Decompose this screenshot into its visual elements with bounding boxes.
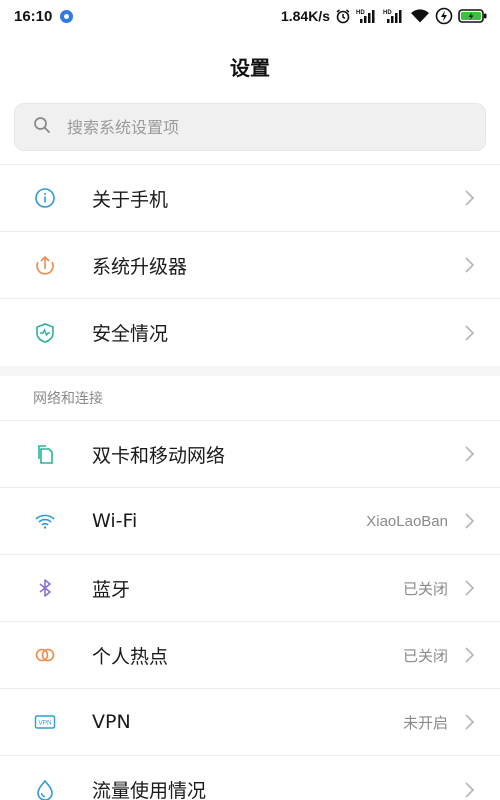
settings-item-label: Wi-Fi xyxy=(92,510,138,532)
vpn-icon: VPN xyxy=(33,710,57,734)
settings-item-value: 未开启 xyxy=(402,714,448,732)
upgrade-icon xyxy=(33,253,57,277)
settings-group-general: 关于手机 系统升级器 安全情况 xyxy=(0,165,500,366)
settings-item-label: VPN xyxy=(92,711,131,733)
shield-icon xyxy=(33,321,57,345)
settings-item-system-updater[interactable]: 系统升级器 xyxy=(0,232,500,299)
section-separator xyxy=(0,366,500,376)
chevron-right-icon xyxy=(464,579,476,597)
alarm-icon xyxy=(335,8,351,24)
settings-item-bluetooth[interactable]: 蓝牙 已关闭 xyxy=(0,555,500,622)
settings-item-label: 蓝牙 xyxy=(92,578,131,601)
chevron-right-icon xyxy=(464,713,476,731)
signal-hd-2-icon: HD xyxy=(383,8,405,24)
svg-text:VPN: VPN xyxy=(38,720,52,727)
chevron-right-icon xyxy=(464,781,476,799)
settings-item-dual-sim[interactable]: 双卡和移动网络 xyxy=(0,421,500,488)
info-icon xyxy=(33,186,57,210)
chevron-right-icon xyxy=(464,445,476,463)
status-left: 16:10 xyxy=(14,7,74,25)
settings-item-label: 个人热点 xyxy=(92,645,169,668)
hotspot-icon xyxy=(33,643,57,667)
chevron-right-icon xyxy=(464,512,476,530)
settings-item-label: 关于手机 xyxy=(92,188,169,211)
status-bar: 16:10 1.84K/s HD HD xyxy=(0,0,500,32)
settings-item-security-status[interactable]: 安全情况 xyxy=(0,299,500,366)
status-time: 16:10 xyxy=(14,7,53,25)
settings-group-network: 双卡和移动网络 Wi-Fi XiaoLaoBan 蓝牙 已关闭 个人热点 已关闭… xyxy=(0,421,500,800)
svg-text:HD: HD xyxy=(356,10,365,16)
section-header-network: 网络和连接 xyxy=(33,391,103,407)
settings-item-label: 双卡和移动网络 xyxy=(92,444,226,467)
sim-card-icon xyxy=(33,442,57,466)
chevron-right-icon xyxy=(464,324,476,342)
bluetooth-icon xyxy=(33,576,57,600)
chevron-right-icon xyxy=(464,646,476,664)
settings-item-value: XiaoLaoBan xyxy=(366,512,448,530)
charging-icon xyxy=(435,7,453,25)
status-right: 1.84K/s HD HD xyxy=(281,7,488,25)
signal-hd-1-icon: HD xyxy=(356,8,378,24)
settings-item-hotspot[interactable]: 个人热点 已关闭 xyxy=(0,622,500,689)
data-usage-icon xyxy=(33,778,57,800)
svg-text:HD: HD xyxy=(383,10,392,16)
settings-item-label: 系统升级器 xyxy=(92,255,188,278)
notification-icon xyxy=(60,9,74,23)
chevron-right-icon xyxy=(464,189,476,207)
search-input[interactable] xyxy=(67,117,447,137)
battery-icon xyxy=(458,8,488,24)
settings-item-wifi[interactable]: Wi-Fi XiaoLaoBan xyxy=(0,488,500,555)
search-box[interactable] xyxy=(14,103,486,151)
chevron-right-icon xyxy=(464,256,476,274)
wifi-icon xyxy=(410,8,430,24)
wifi-icon xyxy=(33,509,57,533)
settings-item-about-phone[interactable]: 关于手机 xyxy=(0,165,500,232)
settings-item-data-usage[interactable]: 流量使用情况 xyxy=(0,756,500,800)
settings-item-value: 已关闭 xyxy=(402,580,448,598)
network-speed: 1.84K/s xyxy=(280,8,330,24)
page-title: 设置 xyxy=(230,56,270,80)
settings-item-label: 安全情况 xyxy=(92,323,169,345)
settings-item-vpn[interactable]: VPN VPN 未开启 xyxy=(0,689,500,756)
settings-item-label: 流量使用情况 xyxy=(92,780,207,800)
settings-item-value: 已关闭 xyxy=(402,647,448,665)
search-icon xyxy=(33,116,51,138)
